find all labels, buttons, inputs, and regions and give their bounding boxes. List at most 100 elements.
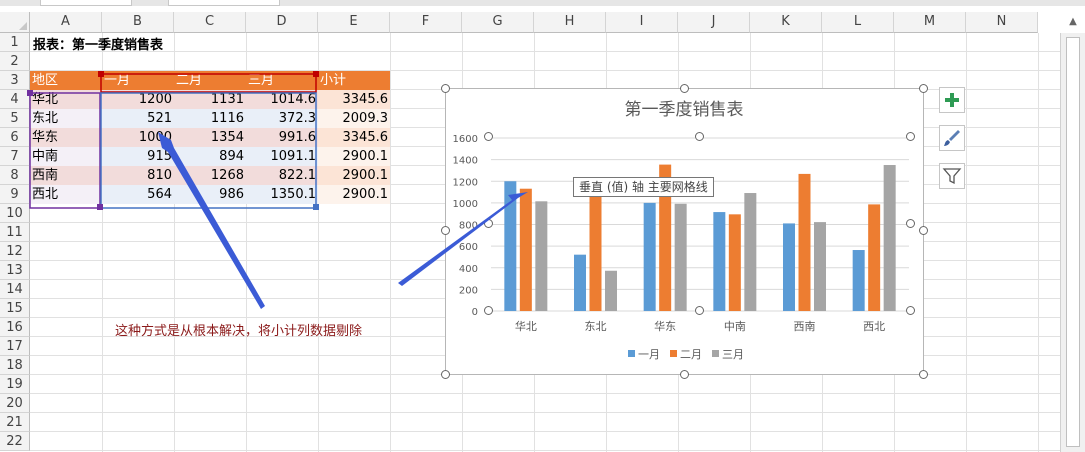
chart-elements-button[interactable] (939, 87, 965, 113)
header-cell[interactable]: 一月 (102, 71, 174, 90)
resize-handle[interactable] (441, 84, 450, 93)
scroll-thumb[interactable] (1066, 37, 1080, 447)
region-cell[interactable]: 华北 (30, 90, 102, 109)
row-header-5[interactable]: 5 (0, 109, 30, 128)
chart-object[interactable]: 第一季度销售表 0 200 400 600 800 1000 1200 1400 1600 华北 东北… (445, 88, 924, 375)
value-cell[interactable]: 2900.1 (318, 166, 390, 185)
resize-handle[interactable] (680, 370, 689, 379)
row-header-16[interactable]: 16 (0, 318, 30, 337)
header-cell[interactable]: 二月 (174, 71, 246, 90)
value-cell[interactable]: 564 (102, 185, 174, 204)
value-cell[interactable]: 894 (174, 147, 246, 166)
header-cell[interactable]: 三月 (246, 71, 318, 90)
plot-area-handle[interactable] (695, 132, 704, 141)
value-cell[interactable]: 1354 (174, 128, 246, 147)
resize-handle[interactable] (441, 370, 450, 379)
column-header-B[interactable]: B (102, 12, 174, 33)
region-cell[interactable]: 西北 (30, 185, 102, 204)
tab-stub[interactable] (40, 0, 132, 6)
header-cell[interactable]: 小计 (318, 71, 390, 90)
value-cell[interactable]: 1131 (174, 90, 246, 109)
column-header-C[interactable]: C (174, 12, 246, 33)
column-header-J[interactable]: J (678, 12, 750, 33)
plot-area-handle[interactable] (906, 219, 915, 228)
row-header-21[interactable]: 21 (0, 413, 30, 432)
column-header-K[interactable]: K (750, 12, 822, 33)
column-header-D[interactable]: D (246, 12, 318, 33)
resize-handle[interactable] (441, 226, 450, 235)
row-header-20[interactable]: 20 (0, 394, 30, 413)
header-cell[interactable]: 地区 (30, 71, 102, 90)
column-header-F[interactable]: F (390, 12, 462, 33)
value-cell[interactable]: 3345.6 (318, 128, 390, 147)
value-cell[interactable]: 521 (102, 109, 174, 128)
row-header-1[interactable]: 1 (0, 33, 30, 52)
row-header-10[interactable]: 10 (0, 204, 30, 223)
column-header-M[interactable]: M (894, 12, 966, 33)
column-header-E[interactable]: E (318, 12, 390, 33)
row-header-6[interactable]: 6 (0, 128, 30, 147)
column-header-N[interactable]: N (966, 12, 1038, 33)
value-cell[interactable]: 1116 (174, 109, 246, 128)
resize-handle[interactable] (919, 84, 928, 93)
row-header-22[interactable]: 22 (0, 432, 30, 451)
row-header-8[interactable]: 8 (0, 166, 30, 185)
chart-filters-button[interactable] (939, 163, 965, 189)
resize-handle[interactable] (680, 84, 689, 93)
x-tick-label: 西南 (794, 320, 816, 333)
row-header-7[interactable]: 7 (0, 147, 30, 166)
row-header-15[interactable]: 15 (0, 299, 30, 318)
region-cell[interactable]: 中南 (30, 147, 102, 166)
resize-handle[interactable] (919, 370, 928, 379)
select-all-corner[interactable] (0, 12, 30, 33)
value-cell[interactable]: 2900.1 (318, 185, 390, 204)
value-cell[interactable]: 3345.6 (318, 90, 390, 109)
value-cell[interactable]: 1200 (102, 90, 174, 109)
plot-area-handle[interactable] (906, 306, 915, 315)
plot-area-handle[interactable] (906, 132, 915, 141)
funnel-icon (942, 168, 962, 185)
vertical-scrollbar[interactable] (1060, 33, 1085, 452)
row-header-17[interactable]: 17 (0, 337, 30, 356)
value-cell[interactable]: 1014.6 (246, 90, 318, 109)
row-header-9[interactable]: 9 (0, 185, 30, 204)
value-cell[interactable]: 810 (102, 166, 174, 185)
column-header-I[interactable]: I (606, 12, 678, 33)
value-cell[interactable]: 991.6 (246, 128, 318, 147)
column-header-G[interactable]: G (462, 12, 534, 33)
region-cell[interactable]: 西南 (30, 166, 102, 185)
column-header-H[interactable]: H (534, 12, 606, 33)
value-cell[interactable]: 1350.1 (246, 185, 318, 204)
region-cell[interactable]: 华东 (30, 128, 102, 147)
row-header-14[interactable]: 14 (0, 280, 30, 299)
row-header-3[interactable]: 3 (0, 71, 30, 90)
value-cell[interactable]: 2009.3 (318, 109, 390, 128)
row-header-19[interactable]: 19 (0, 375, 30, 394)
value-cell[interactable]: 822.1 (246, 166, 318, 185)
plot-area-handle[interactable] (484, 132, 493, 141)
value-cell[interactable]: 1091.1 (246, 147, 318, 166)
row-header-12[interactable]: 12 (0, 242, 30, 261)
value-cell[interactable]: 2900.1 (318, 147, 390, 166)
plot-area-handle[interactable] (484, 306, 493, 315)
tab-stub[interactable] (168, 0, 280, 6)
plot-area-handle[interactable] (695, 306, 704, 315)
resize-handle[interactable] (919, 226, 928, 235)
row-header-2[interactable]: 2 (0, 52, 30, 71)
value-cell[interactable]: 915 (102, 147, 174, 166)
column-header-L[interactable]: L (822, 12, 894, 33)
value-cell[interactable]: 1268 (174, 166, 246, 185)
plot-area-handle[interactable] (484, 219, 493, 228)
column-header-A[interactable]: A (30, 12, 102, 33)
row-header-18[interactable]: 18 (0, 356, 30, 375)
value-cell[interactable]: 372.3 (246, 109, 318, 128)
scroll-up-arrow-icon[interactable]: ▲ (1064, 14, 1082, 30)
sheet-title-cell[interactable]: 报表：第一季度销售表 (31, 36, 165, 55)
row-header-13[interactable]: 13 (0, 261, 30, 280)
value-cell[interactable]: 986 (174, 185, 246, 204)
value-cell[interactable]: 1000 (102, 128, 174, 147)
region-cell[interactable]: 东北 (30, 109, 102, 128)
chart-styles-button[interactable] (939, 125, 965, 151)
row-header-4[interactable]: 4 (0, 90, 30, 109)
row-header-11[interactable]: 11 (0, 223, 30, 242)
